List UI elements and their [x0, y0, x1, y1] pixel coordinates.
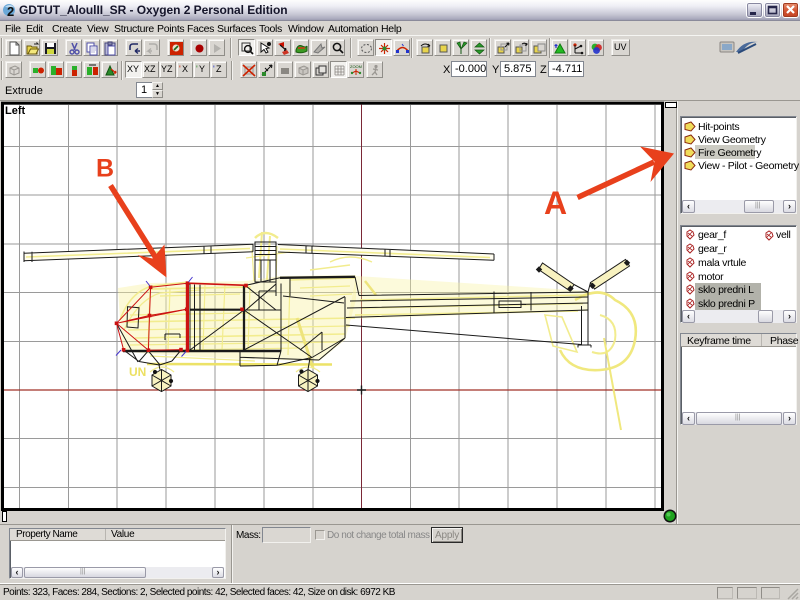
svg-text:A: A	[544, 185, 567, 221]
svg-text:ZOOM: ZOOM	[350, 64, 362, 69]
svg-text:2: 2	[7, 4, 14, 18]
svg-text:B: B	[96, 155, 114, 183]
